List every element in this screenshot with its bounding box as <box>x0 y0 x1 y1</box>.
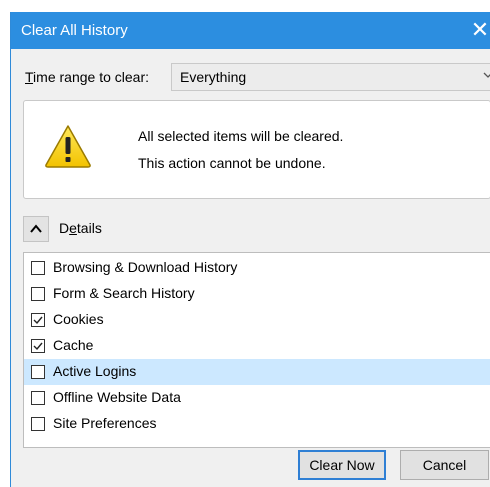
list-item-label: Form & Search History <box>53 285 195 301</box>
list-item[interactable]: Active Logins <box>24 359 490 385</box>
checkbox[interactable] <box>31 365 45 379</box>
list-item-label: Browsing & Download History <box>53 259 238 275</box>
title-bar: Clear All History ✕ <box>11 12 490 49</box>
clear-history-dialog: Clear All History ✕ Time range to clear:… <box>10 12 490 487</box>
chevron-up-icon <box>30 224 42 233</box>
checkbox-checked[interactable] <box>31 339 45 353</box>
dialog-title: Clear All History <box>21 22 128 39</box>
time-range-select[interactable]: Everything <box>171 63 490 91</box>
cancel-button[interactable]: Cancel <box>400 450 489 480</box>
details-label[interactable]: Details <box>59 220 102 236</box>
list-item-label: Active Logins <box>53 363 137 379</box>
checkbox[interactable] <box>31 391 45 405</box>
warning-line-2: This action cannot be undone. <box>138 155 326 171</box>
list-item[interactable]: Browsing & Download History <box>24 255 490 281</box>
warning-line-1: All selected items will be cleared. <box>138 128 344 144</box>
list-item-label: Cache <box>53 337 94 353</box>
list-item[interactable]: Site Preferences <box>24 411 490 437</box>
time-range-value: Everything <box>180 69 247 85</box>
warning-box: All selected items will be cleared. This… <box>23 100 490 199</box>
checkmark-icon <box>33 342 43 351</box>
list-item[interactable]: Cache <box>24 333 490 359</box>
list-item-label: Cookies <box>53 311 104 327</box>
list-item[interactable]: Offline Website Data <box>24 385 490 411</box>
warning-triangle-icon <box>45 125 91 168</box>
details-toggle-button[interactable] <box>23 216 49 242</box>
clear-now-button[interactable]: Clear Now <box>298 450 386 480</box>
checkbox-checked[interactable] <box>31 313 45 327</box>
list-item[interactable]: Cookies <box>24 307 490 333</box>
checkbox[interactable] <box>31 261 45 275</box>
list-item[interactable]: Form & Search History <box>24 281 490 307</box>
time-range-row: Time range to clear: Everything <box>25 63 490 91</box>
checkbox[interactable] <box>31 287 45 301</box>
list-item-label: Offline Website Data <box>53 389 181 405</box>
chevron-down-icon <box>483 72 490 78</box>
time-range-label: Time range to clear: <box>25 69 149 85</box>
checkbox[interactable] <box>31 417 45 431</box>
history-items-list: Browsing & Download History Form & Searc… <box>23 252 490 448</box>
checkmark-icon <box>33 316 43 325</box>
close-icon[interactable]: ✕ <box>469 12 490 49</box>
list-item-label: Site Preferences <box>53 415 157 431</box>
